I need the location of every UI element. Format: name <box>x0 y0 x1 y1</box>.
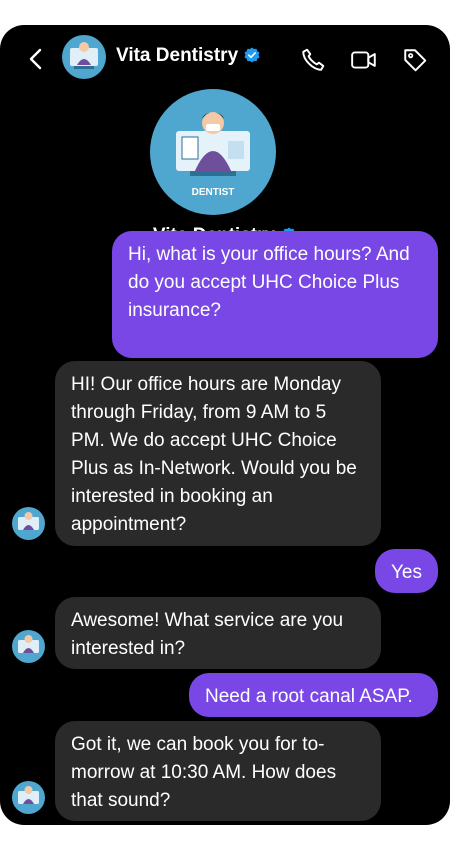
profile-avatar[interactable]: DENTIST <box>150 89 276 215</box>
message-incoming[interactable]: HI! Our office hours are Monday through … <box>55 361 381 546</box>
sender-avatar[interactable] <box>12 630 45 663</box>
chat-header: Vita Dentistry <box>0 25 450 91</box>
message-outgoing[interactable]: Hi, what is your office hours? And do yo… <box>112 231 438 358</box>
chevron-left-icon <box>29 48 42 70</box>
message-incoming[interactable]: Got it, we can book you for to-morrow at… <box>55 721 381 821</box>
sender-avatar[interactable] <box>12 781 45 814</box>
chat-screen: Vita Dentistry DENTIST Hi, what is your … <box>0 25 450 825</box>
message-outgoing[interactable]: Need a root canal ASAP. <box>189 673 438 717</box>
contact-name-text: Vita Dentistry <box>116 45 239 66</box>
tag-button[interactable] <box>402 47 428 73</box>
back-button[interactable] <box>24 47 48 71</box>
profile-avatar-label: DENTIST <box>191 187 235 198</box>
message-outgoing[interactable]: Yes <box>375 549 438 593</box>
video-camera-icon <box>351 51 376 69</box>
verified-badge-icon <box>244 47 260 63</box>
tag-icon <box>404 49 427 72</box>
contact-name[interactable]: Vita Dentistry <box>116 45 260 67</box>
video-call-button[interactable] <box>350 47 376 73</box>
sender-avatar[interactable] <box>12 507 45 540</box>
call-button[interactable] <box>300 47 326 73</box>
message-incoming[interactable]: Awesome! What service are you interested… <box>55 597 381 669</box>
phone-icon <box>302 48 325 71</box>
contact-avatar[interactable] <box>62 35 106 79</box>
